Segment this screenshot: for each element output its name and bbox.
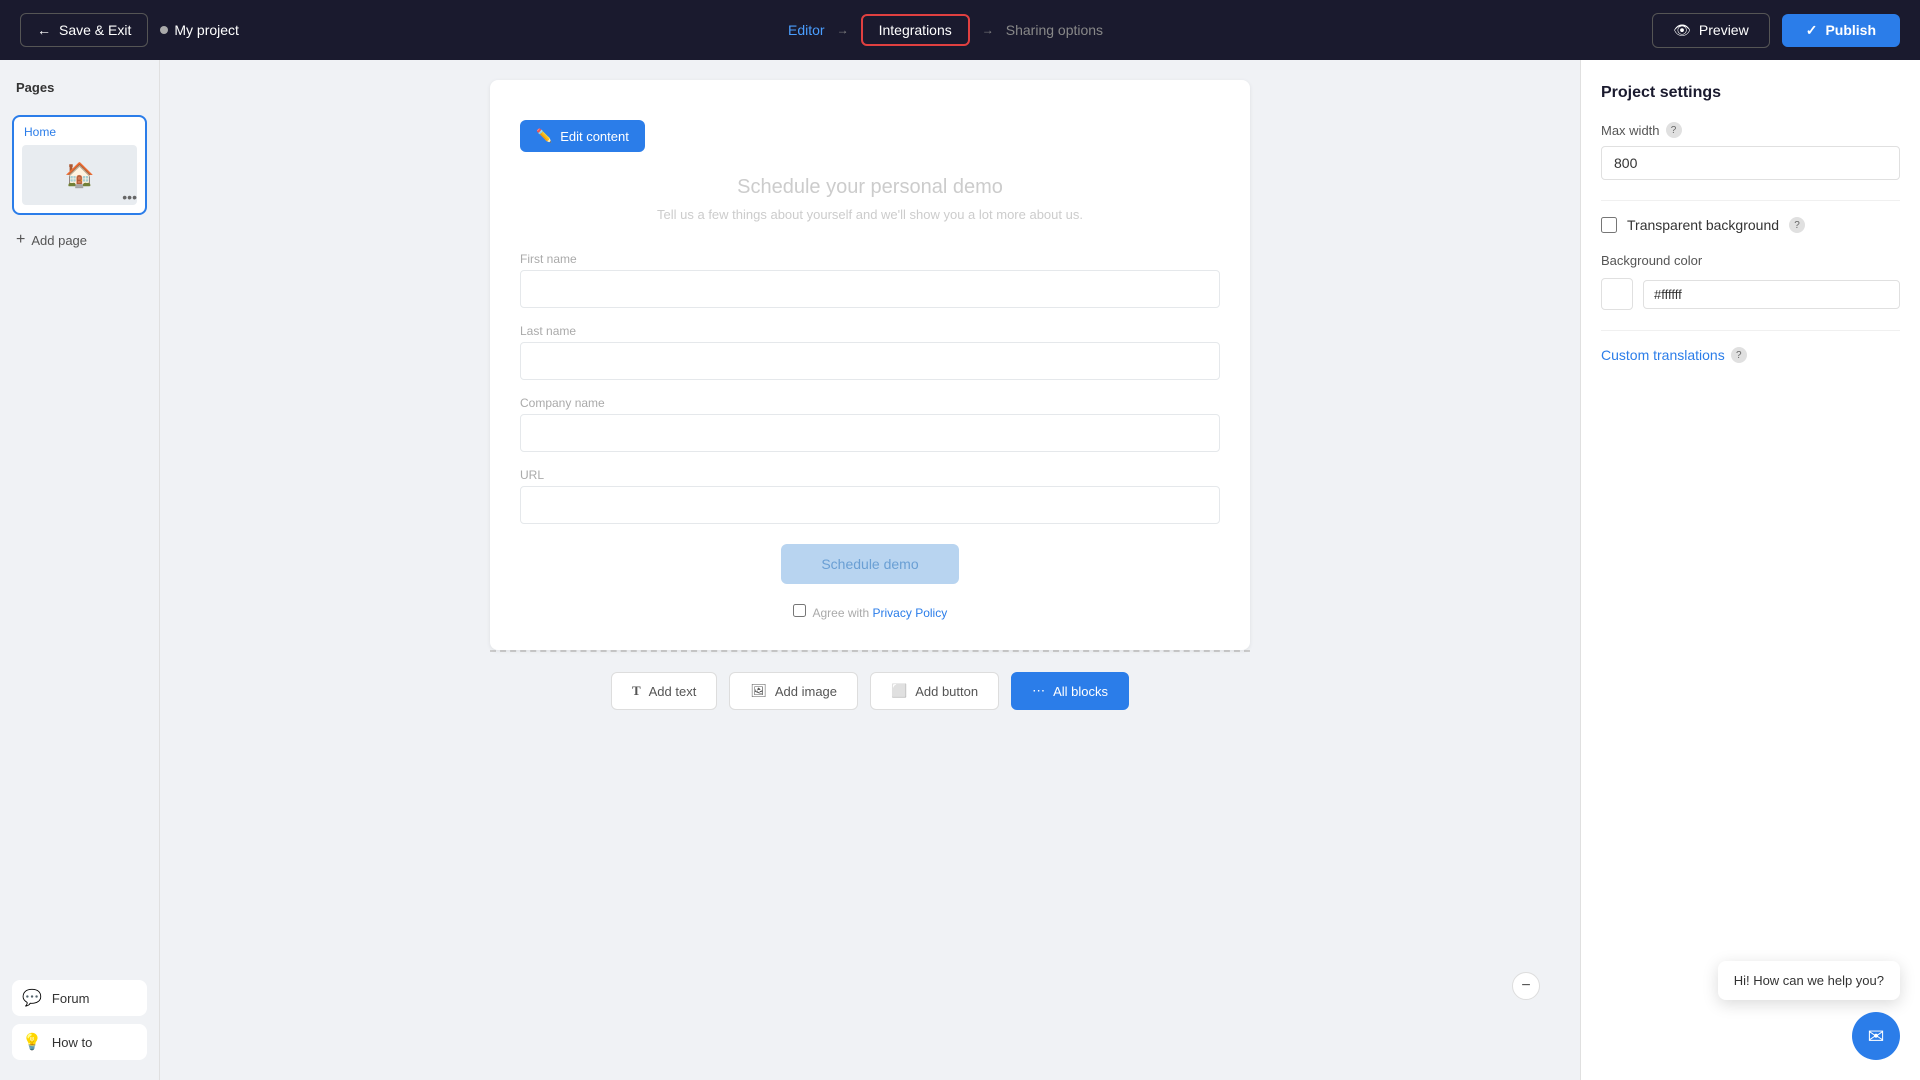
- bg-color-field: Background color: [1601, 253, 1900, 310]
- url-label: URL: [520, 468, 1220, 482]
- home-page-thumbnail: 🏠: [22, 145, 137, 205]
- company-name-input[interactable]: [520, 414, 1220, 452]
- sidebar: Pages Home 🏠 ••• + Add page 💬 Forum 💡 Ho…: [0, 60, 160, 1080]
- nav-center: Editor → Integrations → Sharing options: [788, 14, 1103, 46]
- transparent-bg-help-icon[interactable]: ?: [1789, 217, 1805, 233]
- last-name-label: Last name: [520, 324, 1220, 338]
- custom-translations-section: Custom translations ?: [1601, 347, 1900, 363]
- sidebar-bottom: 💬 Forum 💡 How to: [12, 980, 147, 1060]
- add-image-button[interactable]: 🖼 Add image: [729, 672, 858, 710]
- edit-content-button[interactable]: ✏️ Edit content: [520, 120, 645, 152]
- bg-color-input[interactable]: [1643, 280, 1900, 309]
- schedule-demo-button[interactable]: Schedule demo: [781, 544, 958, 584]
- panel-title: Project settings: [1601, 84, 1900, 102]
- add-text-button[interactable]: T Add text: [611, 672, 717, 710]
- home-page-card[interactable]: Home 🏠 •••: [12, 115, 147, 215]
- edit-icon: ✏️: [536, 128, 552, 144]
- nav-right: 👁 Preview ✓ Publish: [1652, 13, 1900, 48]
- main-layout: Pages Home 🏠 ••• + Add page 💬 Forum 💡 Ho…: [0, 0, 1920, 1080]
- first-name-label: First name: [520, 252, 1220, 266]
- forum-icon: 💬: [22, 988, 42, 1008]
- add-blocks-row: T Add text 🖼 Add image ⬜ Add button ⋯ Al…: [490, 650, 1250, 730]
- integrations-nav-step[interactable]: Integrations: [861, 14, 970, 46]
- top-nav: ← Save & Exit My project Editor → Integr…: [0, 0, 1920, 60]
- url-group: URL: [520, 468, 1220, 524]
- check-icon: ✓: [1806, 22, 1818, 39]
- arrow-right-icon-1: →: [837, 23, 849, 37]
- first-name-group: First name: [520, 252, 1220, 308]
- button-icon: ⬜: [891, 683, 907, 699]
- last-name-group: Last name: [520, 324, 1220, 380]
- form-title: Schedule your personal demo: [520, 176, 1220, 199]
- add-page-button[interactable]: + Add page: [12, 227, 147, 253]
- color-row: [1601, 278, 1900, 310]
- back-arrow-icon: ←: [37, 22, 51, 38]
- chat-button[interactable]: ✉: [1852, 1012, 1900, 1060]
- project-name: My project: [160, 22, 239, 38]
- privacy-policy-link[interactable]: Privacy Policy: [873, 606, 948, 620]
- howto-icon: 💡: [22, 1032, 42, 1052]
- company-name-group: Company name: [520, 396, 1220, 452]
- preview-button[interactable]: 👁 Preview: [1652, 13, 1770, 48]
- publish-button[interactable]: ✓ Publish: [1782, 14, 1900, 47]
- text-icon: T: [632, 683, 641, 699]
- divider-2: [1601, 330, 1900, 331]
- save-exit-button[interactable]: ← Save & Exit: [20, 13, 148, 47]
- transparent-bg-label: Transparent background: [1627, 217, 1779, 233]
- page-more-button[interactable]: •••: [122, 189, 137, 205]
- max-width-help-icon[interactable]: ?: [1666, 122, 1682, 138]
- nav-left: ← Save & Exit My project: [20, 13, 239, 47]
- image-icon: 🖼: [750, 683, 767, 699]
- editor-nav-step[interactable]: Editor: [788, 22, 825, 38]
- form-agree-text: Agree with Privacy Policy: [520, 604, 1220, 620]
- max-width-label: Max width ?: [1601, 122, 1900, 138]
- chat-help-bubble: Hi! How can we help you?: [1718, 961, 1900, 1000]
- eye-icon: 👁: [1673, 22, 1691, 39]
- divider-1: [1601, 200, 1900, 201]
- form-subtitle: Tell us a few things about yourself and …: [520, 207, 1220, 222]
- company-name-label: Company name: [520, 396, 1220, 410]
- url-input[interactable]: [520, 486, 1220, 524]
- color-swatch[interactable]: [1601, 278, 1633, 310]
- home-icon: 🏠: [65, 161, 95, 190]
- form-widget: ✏️ Edit content Schedule your personal d…: [490, 80, 1250, 650]
- plus-icon: +: [16, 231, 25, 249]
- agree-checkbox[interactable]: [793, 604, 806, 617]
- custom-translations-help-icon[interactable]: ?: [1731, 347, 1747, 363]
- home-page-label: Home: [22, 125, 137, 139]
- messenger-icon: ✉: [1868, 1024, 1885, 1049]
- canvas-area: ✏️ Edit content Schedule your personal d…: [160, 60, 1580, 1080]
- arrow-right-icon-2: →: [982, 23, 994, 37]
- first-name-input[interactable]: [520, 270, 1220, 308]
- project-dot-icon: [160, 26, 168, 34]
- bg-color-label: Background color: [1601, 253, 1900, 268]
- add-button-button[interactable]: ⬜ Add button: [870, 672, 999, 710]
- max-width-field: Max width ?: [1601, 122, 1900, 180]
- transparent-bg-field: Transparent background ?: [1601, 217, 1900, 233]
- zoom-out-button[interactable]: −: [1512, 972, 1540, 1000]
- transparent-bg-checkbox[interactable]: [1601, 217, 1617, 233]
- all-blocks-icon: ⋯: [1032, 683, 1045, 699]
- sidebar-item-howto[interactable]: 💡 How to: [12, 1024, 147, 1060]
- transparent-bg-row: Transparent background ?: [1601, 217, 1900, 233]
- max-width-input[interactable]: [1601, 146, 1900, 180]
- pages-title: Pages: [12, 80, 147, 95]
- sidebar-item-forum[interactable]: 💬 Forum: [12, 980, 147, 1016]
- all-blocks-button[interactable]: ⋯ All blocks: [1011, 672, 1129, 710]
- right-panel: Project settings Max width ? Transparent…: [1580, 60, 1920, 1080]
- sharing-nav-step[interactable]: Sharing options: [1006, 22, 1103, 38]
- custom-translations-link[interactable]: Custom translations ?: [1601, 347, 1900, 363]
- save-exit-label: Save & Exit: [59, 22, 131, 38]
- last-name-input[interactable]: [520, 342, 1220, 380]
